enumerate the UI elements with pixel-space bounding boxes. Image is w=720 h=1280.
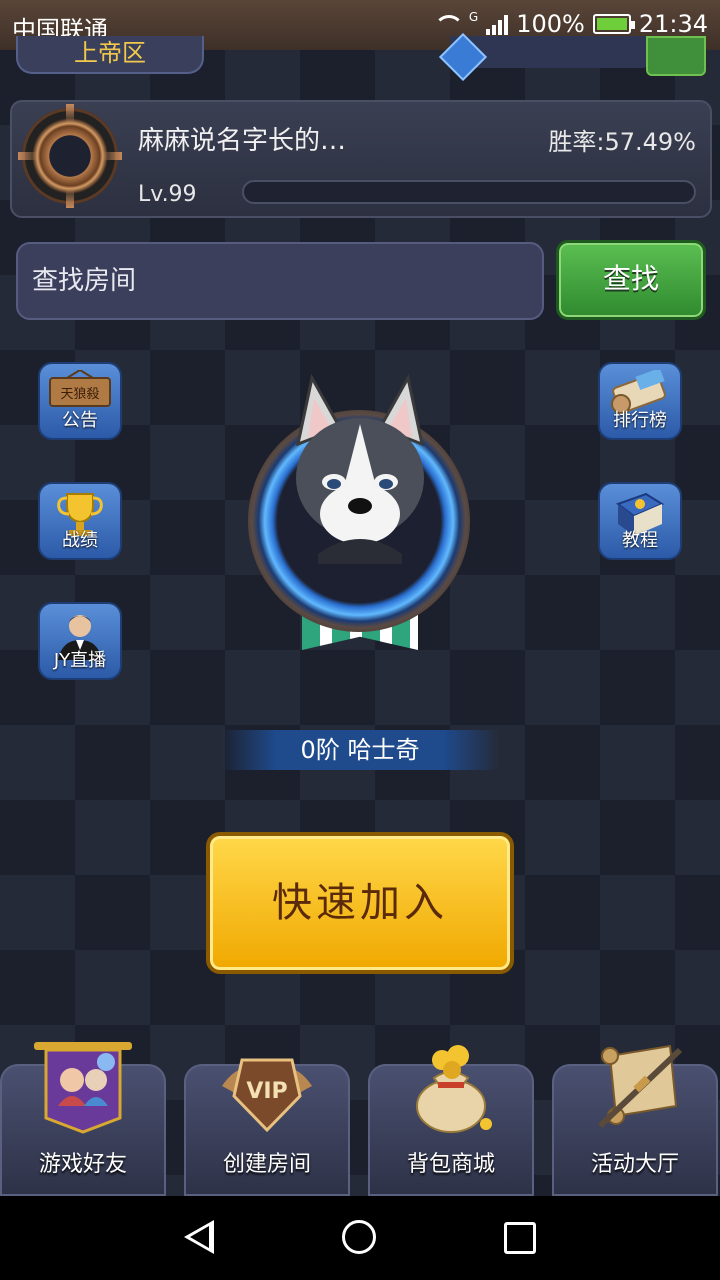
battery-icon: [592, 14, 635, 34]
money-bag-icon: [416, 1045, 492, 1133]
live-stream-button[interactable]: JY直播: [38, 602, 122, 680]
backpack-shop-button[interactable]: 背包商城: [368, 1045, 534, 1196]
record-label: 战绩: [62, 530, 98, 551]
add-gems-button[interactable]: [646, 36, 706, 76]
zone-tab[interactable]: 上帝区: [16, 36, 204, 74]
player-level: Lv.99: [138, 182, 197, 207]
vip-badge-icon: VIP: [222, 1058, 312, 1133]
leaderboard-button[interactable]: 排行榜: [598, 362, 682, 440]
backpack-shop-label: 背包商城: [406, 1152, 495, 1177]
signboard-icon: 天狼殺: [49, 370, 111, 407]
back-icon[interactable]: [184, 1220, 214, 1254]
rank-emblem[interactable]: [248, 374, 472, 650]
leaderboard-label: 排行榜: [613, 410, 667, 431]
wifi-icon: [431, 13, 464, 35]
game-friends-button[interactable]: 游戏好友: [0, 1042, 166, 1196]
signal-icon: [486, 13, 509, 35]
network-type: G: [468, 10, 479, 24]
friends-banner-icon: [34, 1042, 132, 1134]
experience-bar: [242, 180, 696, 204]
rank-label: 0阶 哈士奇: [220, 730, 500, 770]
create-room-label: 创建房间: [222, 1152, 311, 1177]
profile-panel[interactable]: 麻麻说名字长的… 胜率:57.49% Lv.99: [10, 100, 712, 218]
tutorial-label: 教程: [622, 530, 658, 551]
tutorial-button[interactable]: 教程: [598, 482, 682, 560]
quick-join-button[interactable]: 快速加入: [206, 832, 514, 974]
game-friends-label: 游戏好友: [38, 1152, 127, 1177]
win-rate: 胜率:57.49%: [548, 128, 696, 156]
svg-text:VIP: VIP: [246, 1079, 287, 1104]
home-icon[interactable]: [342, 1220, 376, 1254]
create-room-button[interactable]: VIP 创建房间: [184, 1058, 350, 1196]
announcement-button[interactable]: 天狼殺 公告: [38, 362, 122, 440]
zone-label: 上帝区: [74, 39, 146, 67]
search-button[interactable]: 查找: [556, 240, 706, 320]
recent-apps-icon[interactable]: [504, 1222, 536, 1254]
map-scroll-icon: [597, 1044, 683, 1129]
activity-hall-button[interactable]: 活动大厅: [552, 1044, 718, 1196]
clock: 21:34: [638, 10, 708, 38]
battery-percent: 100%: [516, 10, 585, 38]
announcement-label: 公告: [62, 410, 98, 431]
avatar[interactable]: [22, 104, 118, 208]
live-stream-label: JY直播: [53, 650, 107, 671]
husky-portrait-icon: [295, 374, 425, 564]
signboard-label: 天狼殺: [60, 387, 99, 402]
activity-hall-label: 活动大厅: [590, 1152, 679, 1177]
record-button[interactable]: 战绩: [38, 482, 122, 560]
search-room-input[interactable]: 查找房间: [16, 242, 544, 320]
player-name: 麻麻说名字长的…: [138, 126, 347, 156]
